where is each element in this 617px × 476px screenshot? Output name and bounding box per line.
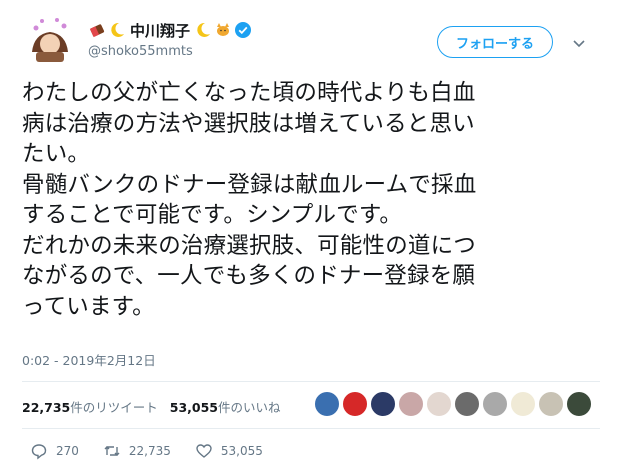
retweet-stat-count: 22,735 — [22, 400, 71, 415]
retweet-icon — [104, 446, 120, 456]
like-stat-count: 53,055 — [169, 400, 219, 415]
chevron-down-icon[interactable] — [570, 34, 588, 52]
verified-badge-icon — [234, 21, 252, 39]
tweet-line: だれかの未来の治療選択肢、可能性の道につ — [22, 232, 477, 259]
tweet-line: 病は治療の方法や選択肢は増えていると思い — [22, 110, 475, 137]
retweet-stat[interactable]: 22,735件のリツイート — [22, 397, 158, 416]
liker-avatars — [314, 391, 592, 417]
engagement-stats: 22,735件のリツイート 53,055件のいいね — [22, 397, 281, 416]
reply-button[interactable]: 270 — [30, 442, 79, 460]
like-stat[interactable]: 53,055件のいいね — [170, 397, 281, 416]
user-name-row[interactable]: 中川翔子 — [88, 18, 252, 42]
liker-avatar[interactable] — [510, 391, 536, 417]
retweet-stat-label: 件のリツイート — [70, 400, 158, 415]
tweet-line: ながるので、一人でも多くのドナー登録を願 — [22, 263, 476, 289]
retweet-count: 22,735 — [128, 444, 171, 458]
heart-icon — [196, 444, 212, 458]
liker-avatar[interactable] — [426, 391, 452, 417]
action-bar: 270 22,735 53,055 — [30, 442, 287, 460]
avatar[interactable] — [22, 12, 78, 68]
follow-button[interactable]: フォローする — [437, 26, 553, 58]
display-name[interactable]: 中川翔子 — [130, 20, 190, 41]
liker-avatar[interactable] — [370, 391, 396, 417]
liker-avatar[interactable] — [454, 391, 480, 417]
liker-avatar[interactable] — [538, 391, 564, 417]
tweet-text: わたしの父が亡くなった頃の時代よりも白血 病は治療の方法や選択肢は増えていると思… — [22, 78, 602, 322]
like-count: 53,055 — [220, 444, 263, 458]
chocolate-emoji-icon — [88, 21, 106, 39]
tweet-line: 骨髄バンクのドナー登録は献血ルームで採血 — [22, 171, 477, 198]
liker-avatar[interactable] — [342, 391, 368, 417]
divider — [22, 381, 600, 382]
tweet-line: っています。 — [22, 293, 155, 320]
liker-avatar[interactable] — [482, 391, 508, 417]
like-button[interactable]: 53,055 — [195, 442, 263, 460]
user-handle[interactable]: @shoko55mmts — [88, 44, 193, 59]
tweet-line: わたしの父が亡くなった頃の時代よりも白血 — [22, 80, 476, 106]
tweet-line: たい。 — [22, 141, 91, 167]
crescent-moon-icon — [108, 21, 126, 39]
tweet-timestamp[interactable]: 0:02 - 2019年2月12日 — [22, 350, 156, 369]
cat-emoji-icon — [214, 21, 232, 39]
reply-count: 270 — [56, 444, 79, 458]
divider — [22, 428, 600, 429]
tweet-line: することで可能です。シンプルです。 — [22, 202, 403, 228]
liker-avatar[interactable] — [314, 391, 340, 417]
liker-avatar[interactable] — [398, 391, 424, 417]
like-stat-label: 件のいいね — [218, 400, 281, 415]
retweet-button[interactable]: 22,735 — [103, 442, 171, 460]
reply-icon — [31, 444, 47, 460]
crescent-moon-icon-2 — [194, 21, 212, 39]
liker-avatar[interactable] — [566, 391, 592, 417]
